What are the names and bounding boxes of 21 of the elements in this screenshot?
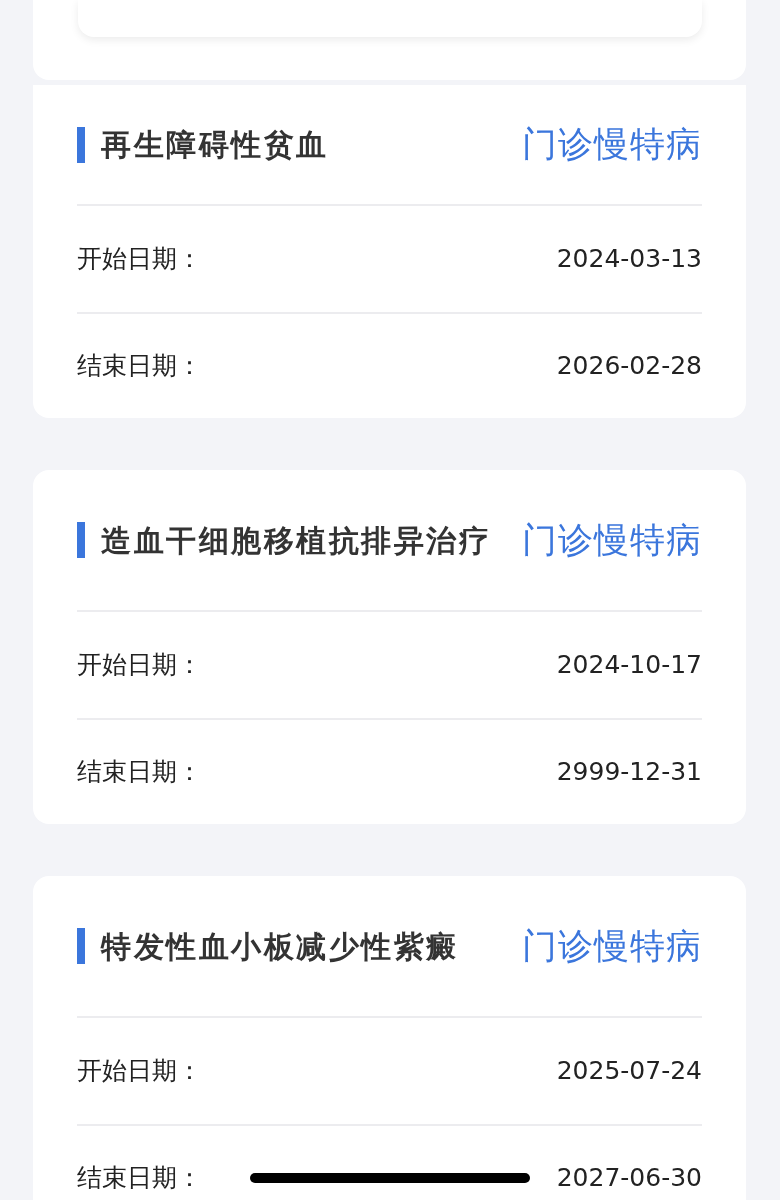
field-label: 开始日期：	[77, 1055, 202, 1088]
disease-title: 再生障碍性贫血	[101, 126, 329, 164]
field-label: 结束日期：	[77, 1162, 202, 1195]
date-value: 2026-02-28	[556, 350, 702, 383]
field-label: 结束日期：	[77, 756, 202, 789]
date-value: 2999-12-31	[556, 756, 702, 789]
category-label: 门诊慢特病	[522, 924, 702, 968]
disease-title: 特发性血小板减少性紫癜	[101, 927, 459, 966]
date-value: 2025-07-24	[556, 1055, 702, 1088]
accent-bar	[77, 522, 85, 558]
accent-bar	[77, 126, 85, 163]
field-label: 开始日期：	[77, 649, 202, 682]
date-value: 2024-03-13	[556, 243, 702, 276]
category-label: 门诊慢特病	[522, 123, 702, 167]
date-value: 2027-06-30	[556, 1162, 702, 1195]
field-label: 开始日期：	[77, 243, 202, 276]
category-label: 门诊慢特病	[522, 518, 702, 562]
date-value: 2024-10-17	[556, 649, 702, 682]
disease-title: 造血干细胞移植抗排异治疗	[101, 521, 491, 560]
field-label: 结束日期：	[77, 350, 202, 383]
accent-bar	[77, 928, 85, 964]
